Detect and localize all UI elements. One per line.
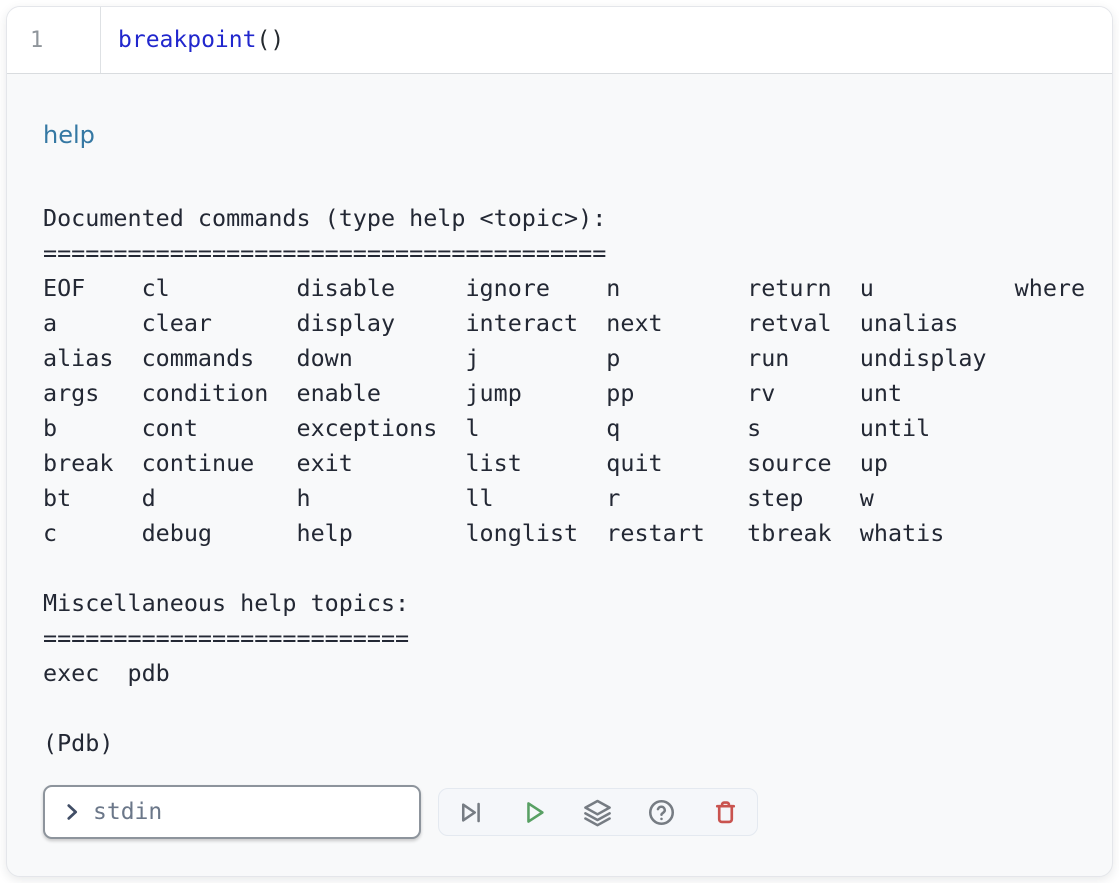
line-number-gutter: 1 — [7, 7, 101, 73]
stdin-input[interactable] — [93, 799, 405, 825]
help-circle-icon — [647, 798, 676, 827]
run-button[interactable] — [503, 789, 567, 835]
pdb-help-output: Documented commands (type help <topic>):… — [43, 201, 1076, 761]
trash-icon — [711, 798, 740, 827]
code-punctuation: () — [256, 27, 284, 53]
code-function-name: breakpoint — [118, 27, 256, 53]
step-forward-button[interactable] — [439, 789, 503, 835]
chevron-right-icon — [61, 801, 83, 823]
code-runner-widget: 1 breakpoint() help Documented commands … — [6, 6, 1113, 877]
code-editor: 1 breakpoint() — [7, 7, 1112, 74]
console-panel: help Documented commands (type help <top… — [7, 74, 1112, 876]
stack-button[interactable] — [566, 789, 630, 835]
code-line[interactable]: breakpoint() — [101, 7, 1112, 73]
line-number: 1 — [30, 28, 43, 53]
help-button[interactable] — [630, 789, 694, 835]
step-forward-icon — [456, 798, 485, 827]
console-controls — [43, 785, 1076, 839]
layers-icon — [583, 798, 612, 827]
command-echo: help — [43, 120, 1076, 150]
toolbar — [438, 788, 758, 836]
stdin-input-container[interactable] — [43, 785, 421, 839]
delete-button[interactable] — [693, 789, 757, 835]
play-icon — [520, 798, 549, 827]
